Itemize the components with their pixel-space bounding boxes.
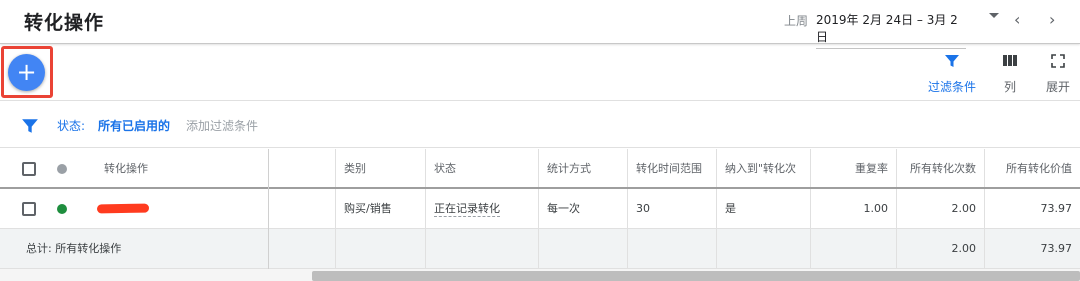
status-dot-enabled (57, 204, 67, 214)
select-all-checkbox[interactable] (22, 162, 36, 176)
table-header-row: 转化操作 类别 状态 统计方式 转化时间范围 纳入到"转化次 重复率 所有转化次… (0, 149, 1080, 189)
filter-button-label: 过滤条件 (927, 80, 976, 94)
toolbar: + 过滤条件 列 展开 (0, 45, 1080, 101)
cell-status: 正在记录转化 (425, 189, 538, 228)
add-filter-link[interactable]: 添加过滤条件 (186, 117, 258, 134)
total-empty-status (425, 229, 538, 268)
expand-button[interactable]: 展开 (1040, 53, 1076, 95)
header-repeat[interactable]: 重复率 (810, 149, 896, 187)
header-counting[interactable]: 统计方式 (538, 149, 627, 187)
total-empty-include (716, 229, 810, 268)
filter-status-value[interactable]: 所有已启用的 (98, 117, 170, 134)
cell-all-value: 73.97 (984, 189, 1080, 228)
header-include[interactable]: 纳入到"转化次 (716, 149, 810, 187)
columns-icon (1003, 55, 1017, 66)
columns-button-label: 列 (1003, 80, 1016, 94)
horizontal-scrollbar-thumb[interactable] (312, 271, 1080, 281)
total-empty-window (627, 229, 716, 268)
cell-window: 30 (627, 189, 716, 228)
header-all-conversions[interactable]: 所有转化次数 (896, 149, 984, 187)
header-window[interactable]: 转化时间范围 (627, 149, 716, 187)
filter-icon (945, 55, 959, 67)
columns-button[interactable]: 列 (996, 53, 1024, 95)
chevron-down-icon[interactable] (989, 13, 999, 18)
page-header: 转化操作 上周 2019年 2月 24日 – 3月 2日 ‹ › (0, 0, 1080, 49)
cell-category: 购买/销售 (335, 189, 425, 228)
date-range-selector[interactable]: 2019年 2月 24日 – 3月 2日 (816, 11, 966, 49)
cell-repeat: 1.00 (810, 189, 896, 228)
cell-status-text[interactable]: 正在记录转化 (434, 202, 500, 217)
frozen-column-divider (268, 149, 269, 270)
row-checkbox[interactable] (22, 202, 36, 216)
header-category[interactable]: 类别 (335, 149, 425, 187)
table-row: 购买/销售 正在记录转化 每一次 30 是 1.00 2.00 73.97 (0, 189, 1080, 229)
redacted-conversion-name[interactable] (96, 203, 150, 214)
cell-counting: 每一次 (538, 189, 627, 228)
chevron-left-icon[interactable]: ‹ (1014, 10, 1020, 29)
cell-all-conversions: 2.00 (896, 189, 984, 228)
status-dot-header (57, 164, 67, 174)
header-name[interactable]: 转化操作 (96, 149, 266, 187)
chevron-right-icon[interactable]: › (1049, 10, 1055, 29)
header-all-value[interactable]: 所有转化价值 (984, 149, 1080, 187)
total-all-conversions: 2.00 (896, 229, 984, 268)
header-status[interactable]: 状态 (425, 149, 538, 187)
total-empty-repeat (810, 229, 896, 268)
expand-button-label: 展开 (1045, 80, 1070, 94)
filter-button[interactable]: 过滤条件 (924, 53, 980, 95)
fullscreen-icon (1051, 54, 1065, 68)
add-conversion-button[interactable]: + (8, 54, 45, 91)
total-all-value: 73.97 (984, 229, 1080, 268)
page-title: 转化操作 (24, 12, 105, 34)
total-empty-category (335, 229, 425, 268)
cell-include: 是 (716, 189, 810, 228)
total-empty-counting (538, 229, 627, 268)
date-range-prefix: 上周 (784, 14, 809, 28)
table-total-row: 总计: 所有转化操作 2.00 73.97 (0, 229, 1080, 269)
total-label: 总计: 所有转化操作 (26, 242, 122, 255)
filter-status-label: 状态: (57, 119, 86, 133)
filter-icon[interactable] (21, 117, 39, 135)
filter-bar: 状态: 所有已启用的 添加过滤条件 (0, 102, 1080, 148)
